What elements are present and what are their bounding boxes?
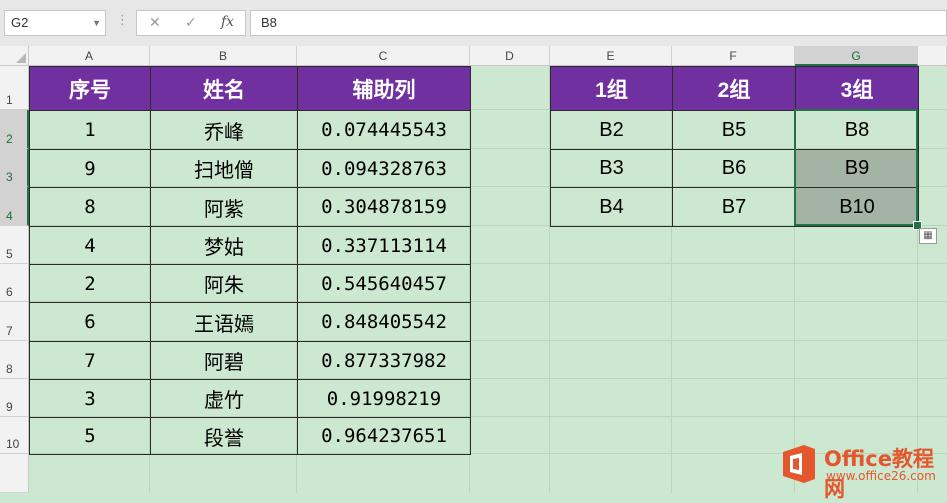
cell-e2[interactable]: B2 (550, 110, 673, 150)
column-header-blank[interactable] (918, 46, 947, 66)
cell-b10[interactable]: 段誉 (150, 417, 298, 455)
cell-c6[interactable]: 0.545640457 (297, 264, 471, 303)
row-header-blank[interactable] (0, 454, 29, 493)
header-cell-c1[interactable]: 辅助列 (297, 66, 471, 111)
row-header-1[interactable]: 1 (0, 66, 29, 110)
cell-g4[interactable]: B10 (795, 187, 919, 227)
cell-f3[interactable]: B6 (672, 149, 796, 188)
quick-analysis-icon[interactable]: ▦ (919, 228, 937, 244)
cancel-icon[interactable]: ✕ (149, 14, 161, 31)
cell-f4[interactable]: B7 (672, 187, 796, 227)
cell-c8[interactable]: 0.877337982 (297, 341, 471, 380)
cell-b3[interactable]: 扫地僧 (150, 149, 298, 188)
cell-a4[interactable]: 8 (29, 187, 151, 227)
cell-a3[interactable]: 9 (29, 149, 151, 188)
cell-b8[interactable]: 阿碧 (150, 341, 298, 380)
cell-b9[interactable]: 虚竹 (150, 379, 298, 418)
header-cell-f1[interactable]: 2组 (672, 66, 796, 111)
name-box-value: G2 (11, 15, 29, 30)
row-header-6[interactable]: 6 (0, 264, 29, 302)
cell-c7[interactable]: 0.848405542 (297, 302, 471, 342)
cell-a6[interactable]: 2 (29, 264, 151, 303)
row-header-5[interactable]: 5 (0, 226, 29, 264)
watermark-url: www.office26.com (826, 469, 936, 483)
row-header-8[interactable]: 8 (0, 341, 29, 379)
cell-b7[interactable]: 王语嫣 (150, 302, 298, 342)
row-header-2[interactable]: 2 (0, 110, 29, 149)
cell-g2[interactable]: B8 (795, 110, 919, 150)
row-header-7[interactable]: 7 (0, 302, 29, 341)
column-header-e[interactable]: E (550, 46, 672, 66)
header-cell-b1[interactable]: 姓名 (150, 66, 298, 111)
enter-icon[interactable]: ✓ (185, 14, 197, 31)
column-header-c[interactable]: C (297, 46, 470, 66)
cell-b2[interactable]: 乔峰 (150, 110, 298, 150)
watermark: Office教程网 www.office26.com (778, 440, 943, 501)
formula-buttons: ✕ ✓ fx (136, 10, 246, 36)
column-header-d[interactable]: D (470, 46, 550, 66)
cell-b6[interactable]: 阿朱 (150, 264, 298, 303)
row-header-4[interactable]: 4 (0, 187, 29, 226)
cell-b5[interactable]: 梦姑 (150, 226, 298, 265)
header-cell-a1[interactable]: 序号 (29, 66, 151, 111)
cell-a9[interactable]: 3 (29, 379, 151, 418)
cell-f2[interactable]: B5 (672, 110, 796, 150)
cell-a10[interactable]: 5 (29, 417, 151, 455)
cell-c5[interactable]: 0.337113114 (297, 226, 471, 265)
insert-function-icon[interactable]: fx (221, 14, 234, 30)
cell-a2[interactable]: 1 (29, 110, 151, 150)
more-options-icon[interactable]: ⋮ (116, 12, 129, 28)
cell-g3[interactable]: B9 (795, 149, 919, 188)
row-header-9[interactable]: 9 (0, 379, 29, 417)
column-header-a[interactable]: A (29, 46, 150, 66)
cell-c2[interactable]: 0.074445543 (297, 110, 471, 150)
cell-c10[interactable]: 0.964237651 (297, 417, 471, 455)
name-box[interactable]: G2 ▼ (4, 10, 106, 36)
column-header-g[interactable]: G (795, 46, 918, 66)
header-cell-g1[interactable]: 3组 (795, 66, 919, 111)
row-header-10[interactable]: 10 (0, 417, 29, 454)
column-header-f[interactable]: F (672, 46, 795, 66)
cell-c4[interactable]: 0.304878159 (297, 187, 471, 227)
row-header-3[interactable]: 3 (0, 149, 29, 187)
chevron-down-icon[interactable]: ▼ (92, 11, 101, 35)
cell-a7[interactable]: 6 (29, 302, 151, 342)
cell-b4[interactable]: 阿紫 (150, 187, 298, 227)
cell-a5[interactable]: 4 (29, 226, 151, 265)
office-logo-icon (783, 445, 815, 483)
header-cell-e1[interactable]: 1组 (550, 66, 673, 111)
formula-input[interactable]: B8 (250, 10, 947, 36)
cell-e3[interactable]: B3 (550, 149, 673, 188)
formula-bar: G2 ▼ ⋮ ✕ ✓ fx B8 (0, 0, 947, 46)
cell-e4[interactable]: B4 (550, 187, 673, 227)
cell-c3[interactable]: 0.094328763 (297, 149, 471, 188)
column-header-b[interactable]: B (150, 46, 297, 66)
cell-a8[interactable]: 7 (29, 341, 151, 380)
cell-c9[interactable]: 0.91998219 (297, 379, 471, 418)
select-all-button[interactable] (0, 46, 29, 66)
